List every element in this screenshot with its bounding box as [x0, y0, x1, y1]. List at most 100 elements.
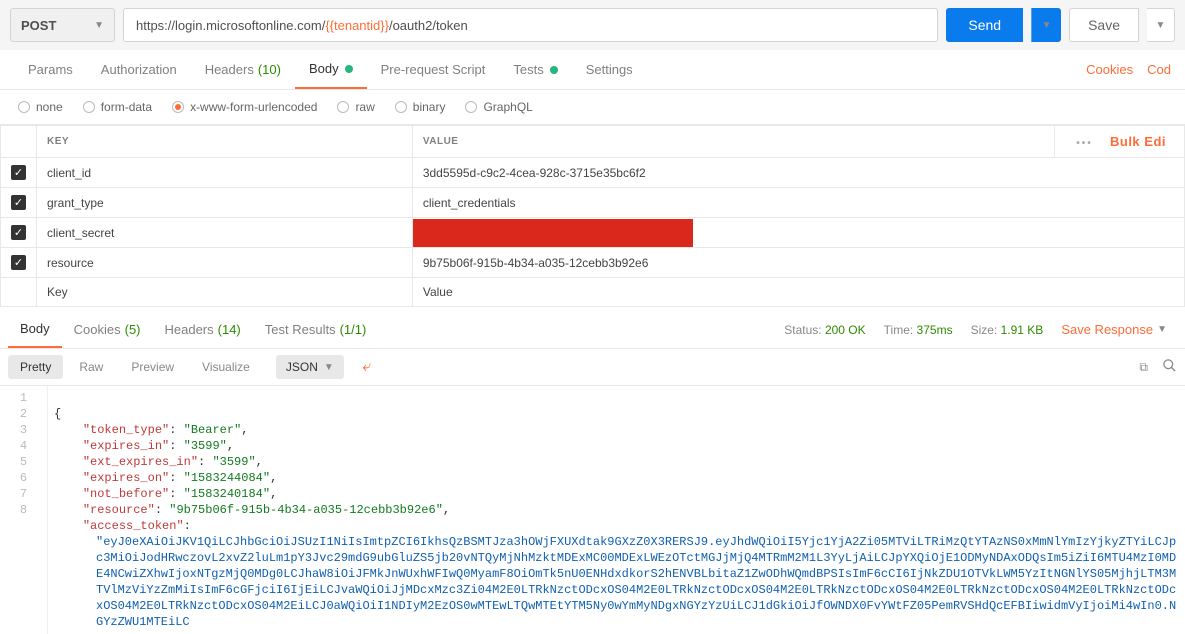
request-right-links: Cookies Cod [1086, 62, 1171, 77]
value-cell[interactable]: 3dd5595d-c9c2-4cea-928c-3715e35bc6f2 [412, 158, 1184, 188]
body-type-none[interactable]: none [18, 100, 63, 114]
view-pretty[interactable]: Pretty [8, 355, 63, 379]
checkbox-header [1, 126, 37, 158]
resp-headers-count: (14) [218, 322, 241, 337]
json-value: Bearer [191, 423, 234, 437]
body-type-xwww[interactable]: x-www-form-urlencoded [172, 100, 317, 114]
json-value: 1583244084 [191, 471, 263, 485]
tab-settings[interactable]: Settings [572, 50, 647, 89]
resp-tab-cookies[interactable]: Cookies (5) [62, 311, 153, 348]
body-type-binary[interactable]: binary [395, 100, 446, 114]
resp-tests-label: Test Results [265, 322, 336, 337]
chevron-down-icon: ▼ [94, 20, 104, 31]
bulk-edit-link[interactable]: Bulk Edi [1102, 134, 1174, 149]
key-cell[interactable]: client_secret [37, 218, 413, 248]
tab-authorization[interactable]: Authorization [87, 50, 191, 89]
resp-cookies-count: (5) [125, 322, 141, 337]
checkbox-icon[interactable]: ✓ [11, 165, 26, 180]
view-raw[interactable]: Raw [67, 355, 115, 379]
tab-headers-label: Headers [205, 62, 254, 77]
response-view-bar: Pretty Raw Preview Visualize JSON ▼ ⤶ ⧉ [0, 349, 1185, 386]
request-url-bar: POST ▼ https://login.microsoftonline.com… [0, 0, 1185, 50]
table-row-new: Key Value [1, 278, 1185, 307]
resp-headers-label: Headers [165, 322, 214, 337]
url-variable: {{tenantid}} [325, 18, 389, 33]
body-type-selector: none form-data x-www-form-urlencoded raw… [0, 90, 1185, 125]
tab-tests-label: Tests [513, 62, 543, 77]
json-value: 3599 [191, 439, 220, 453]
line-gutter: 12345678 [0, 386, 48, 634]
response-body-viewer[interactable]: 12345678 { "token_type": "Bearer", "expi… [0, 386, 1185, 634]
body-kv-table: KEY VALUE ••• Bulk Edi ✓ client_id 3dd55… [0, 125, 1185, 307]
wrap-lines-icon[interactable]: ⤶ [356, 356, 378, 378]
size-label: Size: [971, 323, 998, 337]
radio-label: GraphQL [483, 100, 532, 114]
chevron-down-icon: ▼ [1157, 324, 1167, 335]
code-link[interactable]: Cod [1147, 62, 1171, 77]
value-header: VALUE [412, 126, 1054, 158]
checkbox-icon[interactable]: ✓ [11, 195, 26, 210]
resp-tab-headers[interactable]: Headers (14) [153, 311, 253, 348]
response-meta: Status: 200 OK Time: 375ms Size: 1.91 KB… [784, 322, 1177, 337]
key-input[interactable]: Key [37, 278, 413, 307]
value-input[interactable]: Value [412, 278, 1184, 307]
more-icon[interactable]: ••• [1070, 138, 1099, 149]
table-row: ✓ grant_type client_credentials [1, 188, 1185, 218]
view-preview[interactable]: Preview [119, 355, 186, 379]
key-cell[interactable]: grant_type [37, 188, 413, 218]
format-select[interactable]: JSON ▼ [276, 355, 344, 379]
time-value: 375ms [917, 323, 953, 337]
view-visualize[interactable]: Visualize [190, 355, 262, 379]
value-cell[interactable]: 9b75b06f-915b-4b34-a035-12cebb3b92e6 [412, 248, 1184, 278]
table-row: ✓ resource 9b75b06f-915b-4b34-a035-12ceb… [1, 248, 1185, 278]
actions-header: ••• Bulk Edi [1055, 126, 1185, 158]
tab-tests[interactable]: Tests [499, 50, 571, 89]
send-button[interactable]: Send [946, 8, 1023, 42]
url-text-suffix: /oauth2/token [389, 18, 468, 33]
save-response-button[interactable]: Save Response ▼ [1061, 322, 1167, 337]
json-value: 9b75b06f-915b-4b34-a035-12cebb3b92e6 [176, 503, 435, 517]
http-method-select[interactable]: POST ▼ [10, 8, 115, 42]
send-dropdown[interactable]: ▼ [1031, 8, 1061, 42]
chevron-down-icon: ▼ [1156, 20, 1166, 31]
response-tabs: Body Cookies (5) Headers (14) Test Resul… [0, 311, 1185, 349]
radio-icon [337, 101, 349, 113]
cookies-link[interactable]: Cookies [1086, 62, 1133, 77]
radio-icon [465, 101, 477, 113]
json-value: 3599 [220, 455, 249, 469]
url-text: https://login.microsoftonline.com/ [136, 18, 325, 33]
radio-label: binary [413, 100, 446, 114]
body-type-formdata[interactable]: form-data [83, 100, 152, 114]
method-label: POST [21, 18, 56, 33]
response-code: { "token_type": "Bearer", "expires_in": … [48, 386, 1185, 634]
resp-tab-body[interactable]: Body [8, 311, 62, 348]
radio-icon [18, 101, 30, 113]
key-cell[interactable]: resource [37, 248, 413, 278]
key-cell[interactable]: client_id [37, 158, 413, 188]
size-value: 1.91 KB [1001, 323, 1044, 337]
checkbox-icon[interactable]: ✓ [11, 255, 26, 270]
redacted-value [413, 219, 693, 247]
save-dropdown[interactable]: ▼ [1147, 8, 1175, 42]
save-response-label: Save Response [1061, 322, 1153, 337]
search-icon[interactable] [1162, 358, 1177, 376]
tab-headers[interactable]: Headers (10) [191, 50, 295, 89]
tab-prerequest[interactable]: Pre-request Script [367, 50, 500, 89]
value-cell[interactable]: client_credentials [412, 188, 1184, 218]
resp-tab-tests[interactable]: Test Results (1/1) [253, 311, 379, 348]
save-button[interactable]: Save [1069, 8, 1139, 42]
value-cell[interactable] [412, 218, 1184, 248]
chevron-down-icon: ▼ [324, 362, 334, 373]
status-dot-icon [345, 65, 353, 73]
format-label: JSON [286, 360, 318, 374]
table-row: ✓ client_id 3dd5595d-c9c2-4cea-928c-3715… [1, 158, 1185, 188]
checkbox-icon[interactable]: ✓ [11, 225, 26, 240]
url-input[interactable]: https://login.microsoftonline.com/{{tena… [123, 8, 938, 42]
body-type-graphql[interactable]: GraphQL [465, 100, 532, 114]
copy-icon[interactable]: ⧉ [1139, 360, 1148, 375]
tab-body[interactable]: Body [295, 50, 367, 89]
resp-tests-count: (1/1) [340, 322, 367, 337]
radio-icon [172, 101, 184, 113]
body-type-raw[interactable]: raw [337, 100, 374, 114]
tab-params[interactable]: Params [14, 50, 87, 89]
